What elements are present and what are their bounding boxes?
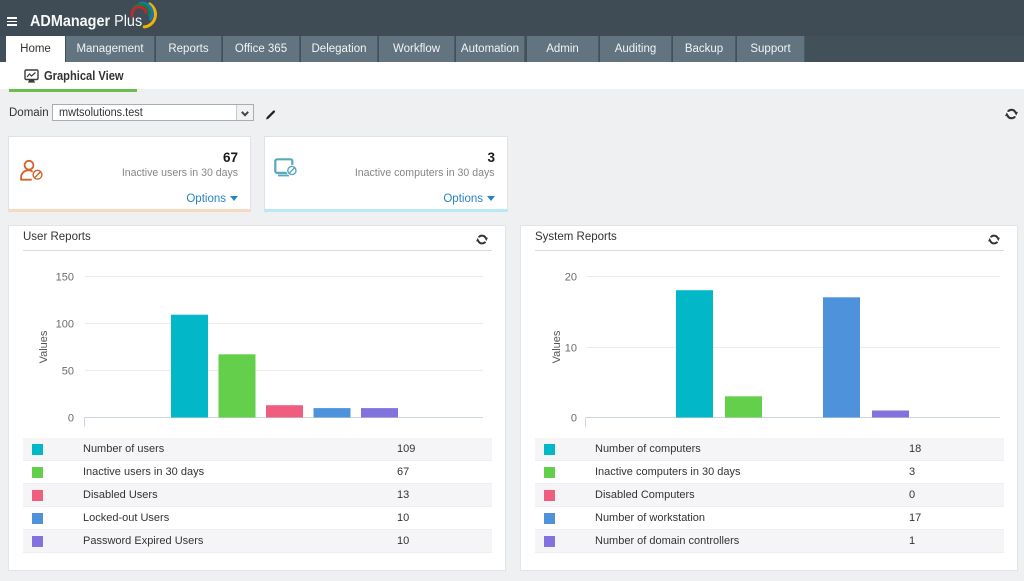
svg-text:Values: Values: [38, 330, 50, 363]
svg-text:Values: Values: [551, 330, 563, 363]
svg-text:0: 0: [68, 413, 74, 425]
svg-text:0: 0: [571, 413, 577, 425]
svg-text:20: 20: [565, 272, 577, 284]
svg-text:100: 100: [56, 319, 74, 331]
svg-text:150: 150: [56, 272, 74, 284]
svg-text:50: 50: [62, 366, 74, 378]
svg-text:10: 10: [565, 343, 577, 355]
